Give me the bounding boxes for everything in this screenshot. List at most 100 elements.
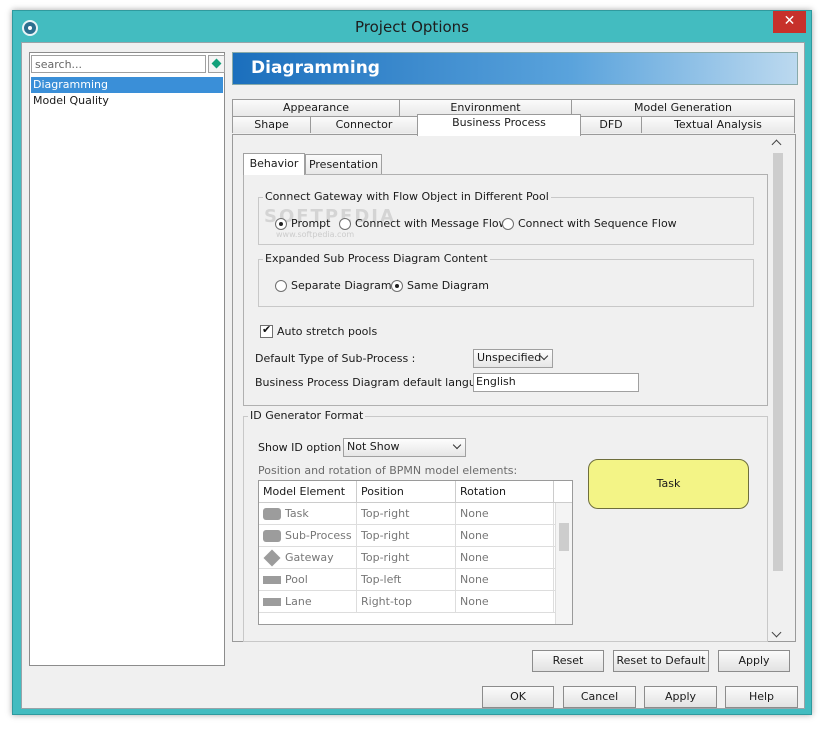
col-model-element[interactable]: Model Element — [259, 481, 357, 502]
dialog-body: Diagramming Model Quality Diagramming Ap… — [21, 42, 805, 709]
cancel-button[interactable]: Cancel — [563, 686, 636, 708]
tree-item-model-quality[interactable]: Model Quality — [31, 93, 223, 109]
cell-rotation: None — [456, 547, 554, 568]
radio-prompt[interactable]: Prompt — [275, 217, 330, 230]
radio-sequence-flow[interactable]: Connect with Sequence Flow — [502, 217, 677, 230]
subprocess-group-title: Expanded Sub Process Diagram Content — [263, 252, 490, 265]
default-type-value: Unspecified — [477, 351, 542, 364]
tab-connector[interactable]: Connector — [310, 116, 418, 133]
title-bar[interactable]: Project Options ✕ — [13, 11, 811, 43]
table-row[interactable]: Lane Right-top None — [259, 591, 572, 613]
cell-rotation: None — [456, 525, 554, 546]
ok-button[interactable]: OK — [482, 686, 554, 708]
col-rotation[interactable]: Rotation — [456, 481, 554, 502]
subtab-behavior[interactable]: Behavior — [243, 153, 305, 175]
tree-item-diagramming[interactable]: Diagramming — [31, 77, 223, 93]
cell-position: Top-left — [357, 569, 456, 590]
subtab-presentation[interactable]: Presentation — [305, 154, 382, 174]
radio-same-diagram-label: Same Diagram — [407, 279, 489, 292]
id-generator-title: ID Generator Format — [248, 409, 366, 422]
cell-position: Top-right — [357, 503, 456, 524]
subprocess-icon — [263, 529, 281, 542]
chevron-down-icon — [452, 440, 462, 450]
cell-rotation: None — [456, 591, 554, 612]
radio-prompt-dot — [275, 217, 287, 230]
radio-separate-diagram-label: Separate Diagram — [291, 279, 392, 292]
business-process-tab-content: Behavior Presentation SOFTPEDIA www.soft… — [232, 134, 796, 642]
element-name: Lane — [285, 595, 312, 608]
reset-button[interactable]: Reset — [532, 650, 604, 672]
radio-separate-diagram-dot — [275, 279, 287, 292]
cell-rotation: None — [456, 569, 554, 590]
element-name: Gateway — [285, 551, 334, 564]
dialog-apply-button[interactable]: Apply — [644, 686, 717, 708]
subprocess-group: Expanded Sub Process Diagram Content Sep… — [258, 252, 754, 307]
scroll-down-icon[interactable] — [771, 627, 782, 638]
category-tree: Diagramming Model Quality — [31, 77, 223, 109]
window-title: Project Options — [355, 18, 469, 36]
table-scrollbar[interactable] — [555, 503, 572, 624]
cell-position: Right-top — [357, 591, 456, 612]
close-button[interactable]: ✕ — [773, 11, 806, 33]
radio-same-diagram[interactable]: Same Diagram — [391, 279, 489, 292]
table-header: Model Element Position Rotation — [259, 481, 572, 503]
element-name: Pool — [285, 573, 308, 586]
table-row[interactable]: Sub-Process Top-right None — [259, 525, 572, 547]
project-options-window: Project Options ✕ Diagramming Model Qual… — [12, 10, 812, 715]
element-position-table: Model Element Position Rotation Task Top… — [258, 480, 573, 625]
cell-position: Top-right — [357, 525, 456, 546]
content-scrollbar[interactable] — [769, 135, 787, 643]
default-type-label: Default Type of Sub-Process : — [255, 352, 416, 365]
reset-to-default-button[interactable]: Reset to Default — [613, 650, 709, 672]
auto-stretch-label: Auto stretch pools — [277, 325, 378, 338]
radio-message-flow-label: Connect with Message Flow — [355, 217, 508, 230]
auto-stretch-check — [260, 323, 273, 338]
tab-business-process[interactable]: Business Process — [417, 114, 581, 136]
show-id-label: Show ID option : — [258, 441, 349, 454]
behavior-panel: SOFTPEDIA www.softpedia.com Connect Gate… — [243, 174, 768, 406]
apply-button[interactable]: Apply — [718, 650, 790, 672]
gateway-icon — [263, 549, 281, 566]
task-icon — [263, 507, 281, 520]
help-button[interactable]: Help — [725, 686, 798, 708]
table-row[interactable]: Task Top-right None — [259, 503, 572, 525]
task-preview-shape: Task — [588, 459, 749, 509]
tab-textual-analysis[interactable]: Textual Analysis — [641, 116, 795, 133]
table-row[interactable]: Gateway Top-right None — [259, 547, 572, 569]
radio-sequence-flow-dot — [502, 217, 514, 230]
show-id-value: Not Show — [347, 440, 400, 453]
search-input[interactable] — [31, 55, 206, 73]
cell-element: Gateway — [259, 547, 357, 568]
position-label: Position and rotation of BPMN model elem… — [258, 464, 518, 477]
page-title: Diagramming — [232, 52, 798, 85]
element-name: Sub-Process — [285, 529, 352, 542]
col-position[interactable]: Position — [357, 481, 456, 502]
search-button[interactable] — [208, 55, 225, 73]
tab-appearance[interactable]: Appearance — [232, 99, 400, 116]
tab-shape[interactable]: Shape — [232, 116, 311, 133]
table-row[interactable]: Pool Top-left None — [259, 569, 572, 591]
tab-dfd[interactable]: DFD — [580, 116, 642, 133]
cell-element: Task — [259, 503, 357, 524]
language-label: Business Process Diagram default languag… — [255, 376, 504, 389]
pool-icon — [263, 575, 281, 584]
radio-message-flow-dot — [339, 217, 351, 230]
cell-element: Pool — [259, 569, 357, 590]
radio-same-diagram-dot — [391, 279, 403, 292]
scroll-up-icon[interactable] — [771, 139, 782, 150]
cell-element: Sub-Process — [259, 525, 357, 546]
gateway-group: Connect Gateway with Flow Object in Diff… — [258, 190, 754, 245]
gateway-group-title: Connect Gateway with Flow Object in Diff… — [263, 190, 551, 203]
tab-model-generation[interactable]: Model Generation — [571, 99, 795, 116]
auto-stretch-checkbox[interactable]: Auto stretch pools — [260, 323, 378, 338]
default-type-dropdown[interactable]: Unspecified — [473, 349, 553, 368]
cell-position: Top-right — [357, 547, 456, 568]
table-scrollbar-thumb[interactable] — [559, 523, 569, 551]
radio-separate-diagram[interactable]: Separate Diagram — [275, 279, 392, 292]
language-field[interactable]: English — [473, 373, 639, 392]
cell-rotation: None — [456, 503, 554, 524]
radio-message-flow[interactable]: Connect with Message Flow — [339, 217, 508, 230]
scrollbar-thumb[interactable] — [773, 153, 783, 571]
show-id-dropdown[interactable]: Not Show — [343, 438, 466, 457]
element-name: Task — [285, 507, 309, 520]
